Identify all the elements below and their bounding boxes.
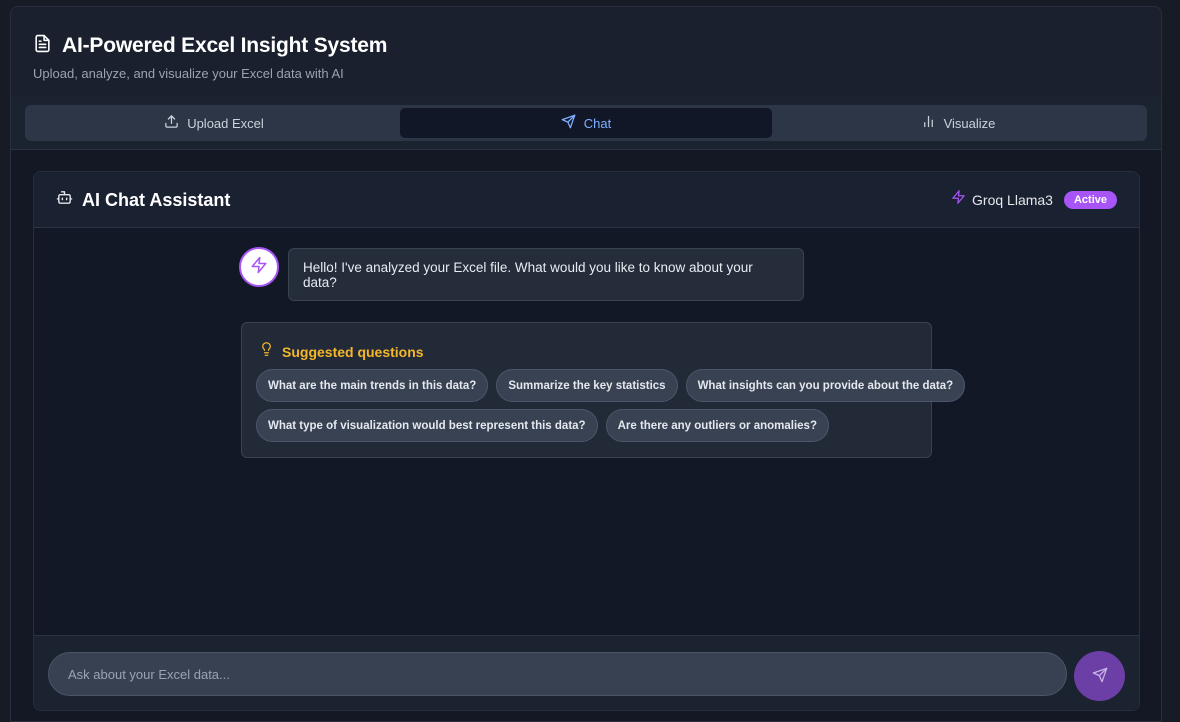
tab-bar: Upload Excel Chat Visualize <box>11 97 1161 150</box>
chip-row: What are the main trends in this data? S… <box>256 369 966 402</box>
chat-title: AI Chat Assistant <box>82 189 231 210</box>
tab-upload-excel[interactable]: Upload Excel <box>28 108 400 138</box>
suggestion-chip[interactable]: Are there any outliers or anomalies? <box>605 409 829 442</box>
model-indicator: Groq Llama3 Active <box>951 189 1117 210</box>
title-row: AI-Powered Excel Insight System <box>33 33 387 59</box>
suggested-questions-header: Suggested questions <box>259 340 424 363</box>
page-subtitle: Upload, analyze, and visualize your Exce… <box>33 66 344 81</box>
tab-visualize[interactable]: Visualize <box>772 108 1144 138</box>
bar-chart-icon <box>921 114 944 132</box>
send-button[interactable] <box>1074 651 1125 701</box>
suggestion-chip[interactable]: What insights can you provide about the … <box>685 369 966 402</box>
assistant-message: Hello! I've analyzed your Excel file. Wh… <box>288 248 804 301</box>
send-icon <box>561 114 584 132</box>
suggestion-chips: What are the main trends in this data? S… <box>256 369 966 449</box>
tab-chat[interactable]: Chat <box>400 108 772 138</box>
chat-input[interactable] <box>48 652 1067 696</box>
chat-title-row: AI Chat Assistant <box>56 189 230 211</box>
bot-icon <box>56 189 82 211</box>
chat-card: AI Chat Assistant Groq Llama3 Active Hel… <box>33 171 1140 711</box>
suggested-questions-panel: Suggested questions What are the main tr… <box>241 322 966 458</box>
send-icon <box>1092 667 1108 686</box>
model-name: Groq Llama3 <box>972 191 1053 208</box>
suggestion-chip[interactable]: What type of visualization would best re… <box>256 409 598 442</box>
chat-input-bar <box>34 635 1139 710</box>
suggestion-chip[interactable]: What are the main trends in this data? <box>256 369 489 402</box>
chat-card-header: AI Chat Assistant Groq Llama3 Active <box>34 172 1139 228</box>
zap-icon <box>250 256 268 279</box>
suggested-questions-title: Suggested questions <box>282 343 424 360</box>
upload-icon <box>164 114 187 132</box>
status-badge: Active <box>1063 190 1117 209</box>
page-header: AI-Powered Excel Insight System Upload, … <box>11 7 1161 97</box>
tab-label: Upload Excel <box>187 115 264 131</box>
file-text-icon <box>33 33 62 59</box>
page-title: AI-Powered Excel Insight System <box>62 34 388 57</box>
zap-icon <box>951 189 966 210</box>
assistant-avatar <box>239 247 279 287</box>
app-window: AI-Powered Excel Insight System Upload, … <box>10 6 1162 722</box>
tab-label: Visualize <box>943 115 996 131</box>
tab-label: Chat <box>583 115 612 131</box>
chip-row: What type of visualization would best re… <box>256 409 916 442</box>
lightbulb-icon <box>259 340 282 363</box>
suggestion-chip[interactable]: Summarize the key statistics <box>496 369 678 402</box>
tab-list: Upload Excel Chat Visualize <box>25 105 1147 141</box>
